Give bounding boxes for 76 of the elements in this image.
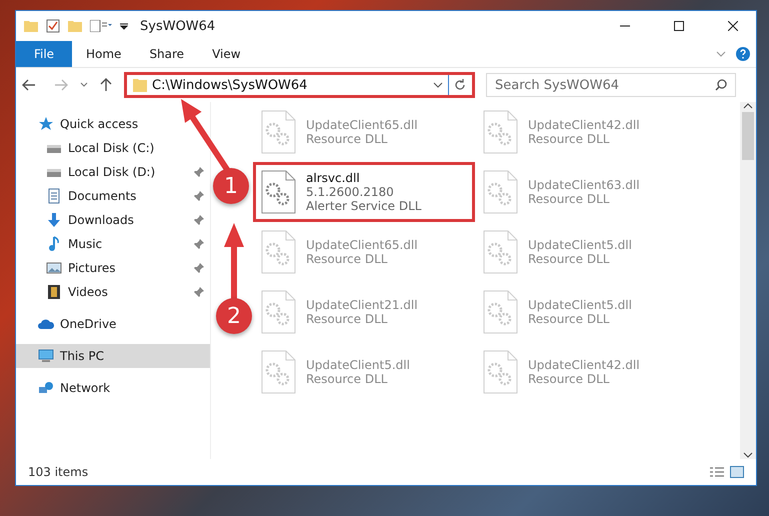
search-field[interactable]: Search SysWOW64 — [486, 73, 736, 97]
details-view-icon[interactable] — [710, 466, 724, 478]
down-arrow-icon — [46, 212, 62, 228]
chevron-down-icon[interactable] — [743, 451, 753, 459]
dropdown-caret-icon[interactable] — [120, 22, 128, 30]
address-bar[interactable]: C:\Windows\SysWOW64 — [124, 72, 475, 98]
picture-icon — [46, 260, 62, 276]
gear-file-icon — [482, 110, 518, 154]
document-icon — [46, 188, 62, 204]
nav-item[interactable]: Local Disk (C:) — [16, 136, 160, 160]
file-description: Resource DLL — [306, 312, 388, 326]
file-description: Resource DLL — [528, 192, 610, 206]
up-arrow-icon[interactable] — [100, 78, 112, 92]
folder-icon — [133, 78, 147, 92]
scrollbar-thumb[interactable] — [742, 112, 754, 160]
gear-file-icon — [482, 170, 518, 214]
gear-file-icon — [260, 110, 296, 154]
refresh-icon[interactable] — [454, 79, 466, 91]
monitor-icon — [38, 348, 54, 364]
step-number-badge: 2 — [216, 298, 252, 334]
gear-file-icon — [482, 290, 518, 334]
ribbon-tab[interactable]: Share — [135, 41, 198, 67]
gear-file-icon — [482, 350, 518, 394]
chevron-down-icon[interactable] — [80, 82, 88, 88]
pin-icon[interactable] — [194, 215, 204, 225]
pin-icon[interactable] — [194, 263, 204, 273]
file-description: Resource DLL — [306, 252, 388, 266]
pin-icon[interactable] — [194, 239, 204, 249]
file-description: Resource DLL — [306, 132, 388, 146]
file-description: Resource DLL — [528, 132, 610, 146]
file-name[interactable]: alrsvc.dll — [306, 171, 422, 185]
step-number-badge: 1 — [213, 168, 249, 204]
nav-item[interactable]: This PC — [16, 344, 210, 368]
gear-file-icon — [260, 170, 296, 214]
chevron-up-icon[interactable] — [743, 102, 753, 110]
nav-item[interactable]: Downloads — [16, 208, 210, 232]
window-title: SysWOW64 — [140, 18, 216, 34]
file-version: 5.1.2600.2180 — [306, 185, 395, 199]
ribbon-tab[interactable]: Home — [72, 41, 136, 67]
gear-file-icon — [260, 230, 296, 274]
film-icon — [46, 284, 62, 300]
nav-item[interactable]: Documents — [16, 184, 210, 208]
file-menu-button[interactable]: File — [16, 41, 72, 67]
gear-file-icon — [260, 350, 296, 394]
item-count: 103 items — [28, 465, 88, 479]
nav-item[interactable]: Videos — [16, 280, 210, 304]
nav-item[interactable]: OneDrive — [16, 312, 122, 336]
checklist-icon[interactable] — [46, 19, 60, 33]
large-icons-view-icon[interactable] — [730, 466, 744, 478]
file-description: Resource DLL — [528, 372, 610, 386]
nav-item[interactable]: Network — [16, 376, 116, 400]
nav-item[interactable]: Local Disk (D:) — [16, 160, 210, 184]
ribbon-tab[interactable]: View — [198, 41, 255, 67]
pin-icon[interactable] — [194, 167, 204, 177]
help-icon[interactable] — [736, 47, 750, 61]
nav-item[interactable]: Music — [16, 232, 210, 256]
back-arrow-icon[interactable] — [22, 79, 36, 91]
network-icon — [38, 380, 54, 396]
music-note-icon — [46, 236, 62, 252]
scrollbar[interactable] — [740, 102, 756, 459]
gear-file-icon — [260, 290, 296, 334]
close-icon[interactable] — [728, 21, 738, 31]
star-icon — [38, 116, 54, 132]
pin-icon[interactable] — [194, 191, 204, 201]
properties-icon[interactable] — [90, 20, 112, 32]
pin-icon[interactable] — [194, 287, 204, 297]
file-description: Alerter Service DLL — [306, 199, 422, 213]
search-icon — [715, 79, 727, 91]
nav-item[interactable]: Quick access — [16, 112, 144, 136]
chevron-down-icon[interactable] — [433, 82, 443, 88]
file-description: Resource DLL — [306, 372, 388, 386]
nav-item[interactable]: Pictures — [16, 256, 210, 280]
file-description: Resource DLL — [528, 312, 610, 326]
file-description: Resource DLL — [528, 252, 610, 266]
maximize-icon[interactable] — [674, 21, 684, 31]
gear-file-icon — [482, 230, 518, 274]
